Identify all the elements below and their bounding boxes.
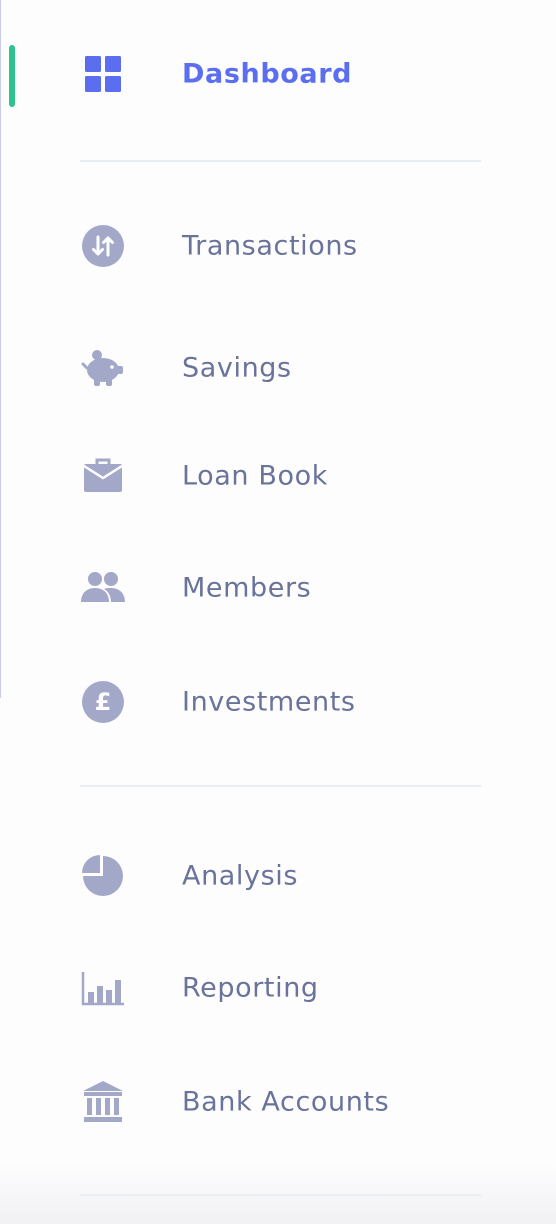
bottom-fade — [0, 1164, 556, 1224]
pound-coin-icon: £ — [80, 679, 126, 725]
nav-item-savings[interactable]: Savings — [0, 328, 556, 408]
nav-item-analysis[interactable]: Analysis — [0, 836, 556, 916]
nav-label-reporting: Reporting — [182, 972, 319, 1004]
arrows-updown-icon — [80, 223, 126, 269]
piggy-bank-icon — [80, 345, 126, 391]
nav-item-dashboard[interactable]: Dashboard — [0, 34, 556, 114]
nav-label-investments: Investments — [182, 686, 356, 718]
nav-item-members[interactable]: Members — [0, 548, 556, 628]
divider — [80, 785, 481, 787]
nav-label-loan-book: Loan Book — [182, 460, 328, 492]
bar-chart-icon — [80, 965, 126, 1011]
bank-icon — [80, 1079, 126, 1125]
nav-item-investments[interactable]: £ Investments — [0, 662, 556, 742]
users-icon — [80, 565, 126, 611]
nav-label-savings: Savings — [182, 352, 292, 384]
divider — [80, 160, 481, 162]
nav-item-bank-accounts[interactable]: Bank Accounts — [0, 1062, 556, 1142]
briefcase-icon — [80, 453, 126, 499]
nav-item-reporting[interactable]: Reporting — [0, 948, 556, 1028]
nav-label-members: Members — [182, 572, 312, 604]
nav-item-loan-book[interactable]: Loan Book — [0, 436, 556, 516]
svg-text:£: £ — [95, 688, 112, 716]
nav-label-analysis: Analysis — [182, 860, 299, 892]
nav-label-dashboard: Dashboard — [182, 58, 353, 90]
sidebar-nav: Dashboard Transactions Savings Loan Book… — [0, 0, 556, 1224]
nav-item-transactions[interactable]: Transactions — [0, 206, 556, 286]
nav-label-bank-accounts: Bank Accounts — [182, 1086, 390, 1118]
grid-icon — [80, 51, 126, 97]
nav-label-transactions: Transactions — [182, 230, 358, 262]
pie-chart-icon — [80, 853, 126, 899]
